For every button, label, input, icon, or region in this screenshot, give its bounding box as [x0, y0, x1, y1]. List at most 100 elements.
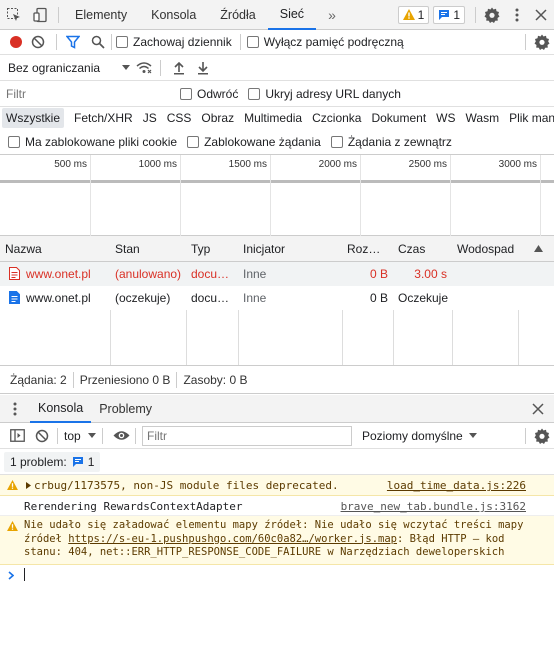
- export-har-icon[interactable]: [191, 60, 215, 76]
- type-filter-wasm[interactable]: Wasm: [462, 108, 504, 128]
- warnings-badge[interactable]: 1: [397, 5, 430, 24]
- context-select[interactable]: top: [64, 429, 102, 443]
- type-filter-dokument[interactable]: Dokument: [367, 108, 430, 128]
- disable-cache-checkbox[interactable]: [246, 36, 259, 48]
- type-filter-plik-man[interactable]: Plik man: [505, 108, 554, 128]
- console-message-link[interactable]: https://s-eu-1.pushpushgo.com/60c0a82…/w…: [68, 533, 397, 545]
- blocked-filters-bar: Ma zablokowane pliki cookie Zablokowane …: [0, 129, 554, 155]
- column-header-time[interactable]: Czas: [398, 242, 425, 256]
- more-options-icon[interactable]: [506, 0, 528, 30]
- timeline-tick-label: 2000 ms: [318, 159, 357, 170]
- tab-sources[interactable]: Źródła: [208, 0, 267, 30]
- table-row[interactable]: www.onet.pl (anulowano) docu… Inne 0 B 3…: [0, 262, 554, 286]
- throttling-value: Bez ograniczania: [8, 60, 101, 75]
- timeline-gridline: [450, 155, 451, 236]
- chevron-down-icon: [468, 433, 477, 438]
- text-cursor: [24, 567, 25, 581]
- requests-table: Nazwa Stan Typ Inicjator Roz… Czas Wodos…: [0, 236, 554, 366]
- blocked-requests-label: Zablokowane żądania: [204, 134, 321, 149]
- tab-console[interactable]: Konsola: [139, 0, 208, 30]
- messages-count: 1: [453, 7, 460, 22]
- console-message-source-link[interactable]: brave_new_tab.bundle.js:3162: [341, 500, 526, 513]
- document-icon: [9, 291, 20, 304]
- filter-bar: Odwróć Ukryj adresy URL danych: [0, 81, 554, 107]
- hide-data-urls-checkbox[interactable]: [248, 87, 261, 100]
- column-header-type[interactable]: Typ: [191, 242, 210, 256]
- column-header-initiator[interactable]: Inicjator: [243, 242, 285, 256]
- throttling-select[interactable]: Bez ograniczania: [8, 61, 130, 75]
- message-icon: [72, 456, 84, 468]
- network-overview-timeline[interactable]: 500 ms 1000 ms 1500 ms 2000 ms 2500 ms 3000 m…: [0, 155, 554, 236]
- device-toolbar-icon[interactable]: [28, 0, 54, 30]
- row-name[interactable]: www.onet.pl: [26, 267, 91, 281]
- console-settings-gear-icon[interactable]: [530, 428, 554, 444]
- expand-triangle-icon[interactable]: [26, 482, 31, 489]
- transferred-size: Przeniesiono 0 B: [79, 372, 171, 387]
- inspect-element-icon[interactable]: [0, 0, 28, 30]
- tab-elements[interactable]: Elementy: [63, 0, 139, 30]
- filter-input[interactable]: [4, 83, 168, 104]
- close-devtools-icon[interactable]: [528, 0, 554, 30]
- drawer-tab-issues[interactable]: Problemy: [91, 395, 160, 423]
- console-messages: crbug/1173575, non-JS module files depre…: [0, 475, 554, 585]
- clear-console-icon[interactable]: [27, 428, 57, 444]
- drawer-tab-console[interactable]: Konsola: [30, 395, 92, 423]
- third-party-requests-checkbox[interactable]: [330, 135, 343, 148]
- clear-icon[interactable]: [24, 34, 52, 50]
- type-filter-css[interactable]: CSS: [163, 108, 196, 128]
- column-header-name[interactable]: Nazwa: [5, 242, 42, 256]
- type-filter-wszystkie[interactable]: Wszystkie: [2, 108, 64, 128]
- console-message-source-link[interactable]: load_time_data.js:226: [387, 479, 526, 492]
- close-drawer-icon[interactable]: [522, 395, 554, 423]
- filter-icon[interactable]: [61, 34, 85, 50]
- row-type: docu…: [191, 291, 230, 305]
- record-icon[interactable]: [8, 34, 24, 50]
- separator: [58, 6, 59, 23]
- console-message-warning: crbug/1173575, non-JS module files depre…: [0, 475, 554, 496]
- settings-gear-icon[interactable]: [478, 0, 506, 30]
- console-filter-input[interactable]: [142, 425, 352, 446]
- type-filter-js[interactable]: JS: [139, 108, 161, 128]
- warning-icon: [402, 9, 415, 20]
- type-filter-fetch-xhr[interactable]: Fetch/XHR: [70, 108, 137, 128]
- type-filter-multimedia[interactable]: Multimedia: [240, 108, 306, 128]
- type-filter-czcionka[interactable]: Czcionka: [308, 108, 365, 128]
- separator: [525, 427, 526, 444]
- network-conditions-wifi-icon[interactable]: [130, 60, 158, 76]
- drawer-menu-icon[interactable]: [0, 395, 30, 423]
- row-name[interactable]: www.onet.pl: [26, 291, 91, 305]
- separator: [72, 371, 74, 388]
- timeline-tick-label: 1000 ms: [138, 159, 177, 170]
- separator: [135, 427, 136, 444]
- warning-icon: [7, 521, 18, 531]
- preserve-log-checkbox[interactable]: [116, 36, 128, 48]
- type-filter-obraz[interactable]: Obraz: [197, 108, 238, 128]
- search-icon[interactable]: [85, 34, 111, 50]
- blocked-cookies-checkbox[interactable]: [8, 135, 20, 148]
- timeline-tick-label: 3000 ms: [498, 159, 537, 170]
- column-header-status[interactable]: Stan: [115, 242, 140, 256]
- console-prompt[interactable]: [0, 565, 554, 585]
- invert-checkbox[interactable]: [180, 87, 192, 100]
- more-tabs-button[interactable]: »: [316, 0, 348, 30]
- type-filter-ws[interactable]: WS: [432, 108, 459, 128]
- messages-badge[interactable]: 1: [433, 5, 465, 24]
- row-size: 0 B: [369, 267, 388, 281]
- blocked-requests-checkbox[interactable]: [187, 135, 200, 148]
- separator: [239, 34, 241, 50]
- row-type: docu…: [191, 267, 230, 281]
- issues-button[interactable]: 1 problem: 1: [4, 451, 101, 472]
- import-har-icon[interactable]: [167, 60, 191, 76]
- row-time: Oczekuje: [398, 291, 449, 305]
- network-settings-gear-icon[interactable]: [530, 34, 554, 50]
- show-sidebar-icon[interactable]: [7, 428, 27, 444]
- table-row[interactable]: www.onet.pl (oczekuje) docu… Inne 0 B Oc…: [0, 286, 554, 310]
- log-levels-select[interactable]: Poziomy domyślne: [362, 429, 477, 443]
- resources-size: Zasoby: 0 B: [183, 372, 248, 387]
- column-header-size[interactable]: Roz…: [347, 242, 380, 256]
- warning-icon: [7, 480, 18, 490]
- live-expression-eye-icon[interactable]: [109, 428, 133, 444]
- timeline-gridline: [180, 155, 181, 236]
- tab-network[interactable]: Sieć: [267, 0, 317, 30]
- column-header-waterfall[interactable]: Wodospad: [457, 242, 514, 256]
